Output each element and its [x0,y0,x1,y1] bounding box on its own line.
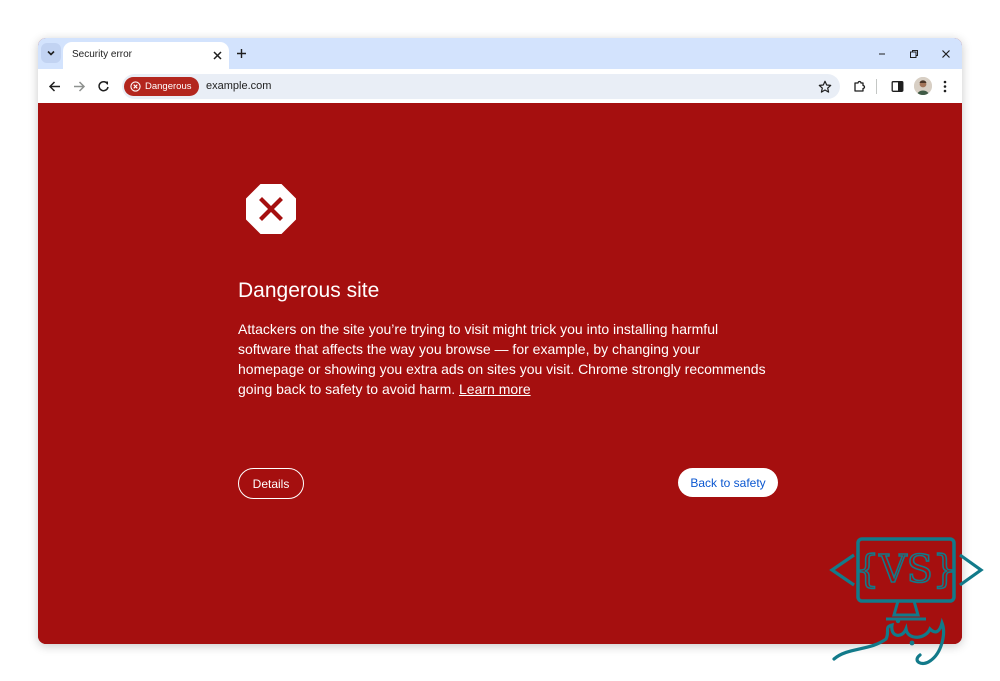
profile-avatar[interactable] [914,77,932,95]
danger-chip-icon [130,81,141,92]
tab-strip: Security error [38,38,962,69]
close-window-icon [942,50,950,58]
extensions-button[interactable] [852,78,868,94]
back-to-safety-button[interactable]: Back to safety [678,468,778,497]
tab-search-button[interactable] [41,43,61,63]
restore-icon [910,50,918,58]
tab-security-error[interactable]: Security error [63,42,229,69]
toolbar: Dangerous example.com [38,69,962,103]
bookmark-star-icon [818,80,831,93]
url-text[interactable]: example.com [206,80,271,92]
new-tab-button[interactable] [233,45,249,61]
forward-button[interactable] [71,78,87,94]
close-window-button[interactable] [938,46,954,62]
reload-button[interactable] [95,78,111,94]
interstitial-page: Dangerous site Attackers on the site you… [38,103,962,644]
details-button[interactable]: Details [238,468,304,499]
security-chip[interactable]: Dangerous [124,77,199,96]
danger-octagon-icon [246,184,296,234]
tab-search-icon [47,50,55,56]
tab-close-button[interactable] [209,47,225,63]
extensions-icon [854,80,866,92]
address-bar[interactable]: Dangerous example.com [122,74,840,99]
toolbar-divider [876,79,877,94]
learn-more-link[interactable]: Learn more [459,381,531,397]
bookmark-button[interactable] [816,78,833,95]
warning-description: Attackers on the site you’re trying to v… [238,319,766,399]
back-button[interactable] [46,78,62,94]
security-chip-label: Dangerous [145,81,192,92]
site-watermark-logo: {VS} [829,537,984,666]
side-panel-icon [891,80,903,92]
new-tab-icon [236,48,246,58]
page-heading: Dangerous site [238,279,380,302]
back-arrow-icon [48,80,60,92]
restore-button[interactable] [906,46,922,62]
more-menu-icon [943,80,947,92]
watermark-logo-text: {VS} [855,547,957,591]
reload-icon [97,80,109,91]
tab-title: Security error [72,49,133,60]
minimize-button[interactable] [874,46,890,62]
tab-close-icon [212,50,222,60]
browser-window: Security error Dangerous example.com Dan… [38,38,962,644]
more-menu-button[interactable] [937,78,953,94]
side-panel-button[interactable] [889,78,905,94]
minimize-icon [879,53,885,55]
forward-arrow-icon [73,80,85,92]
